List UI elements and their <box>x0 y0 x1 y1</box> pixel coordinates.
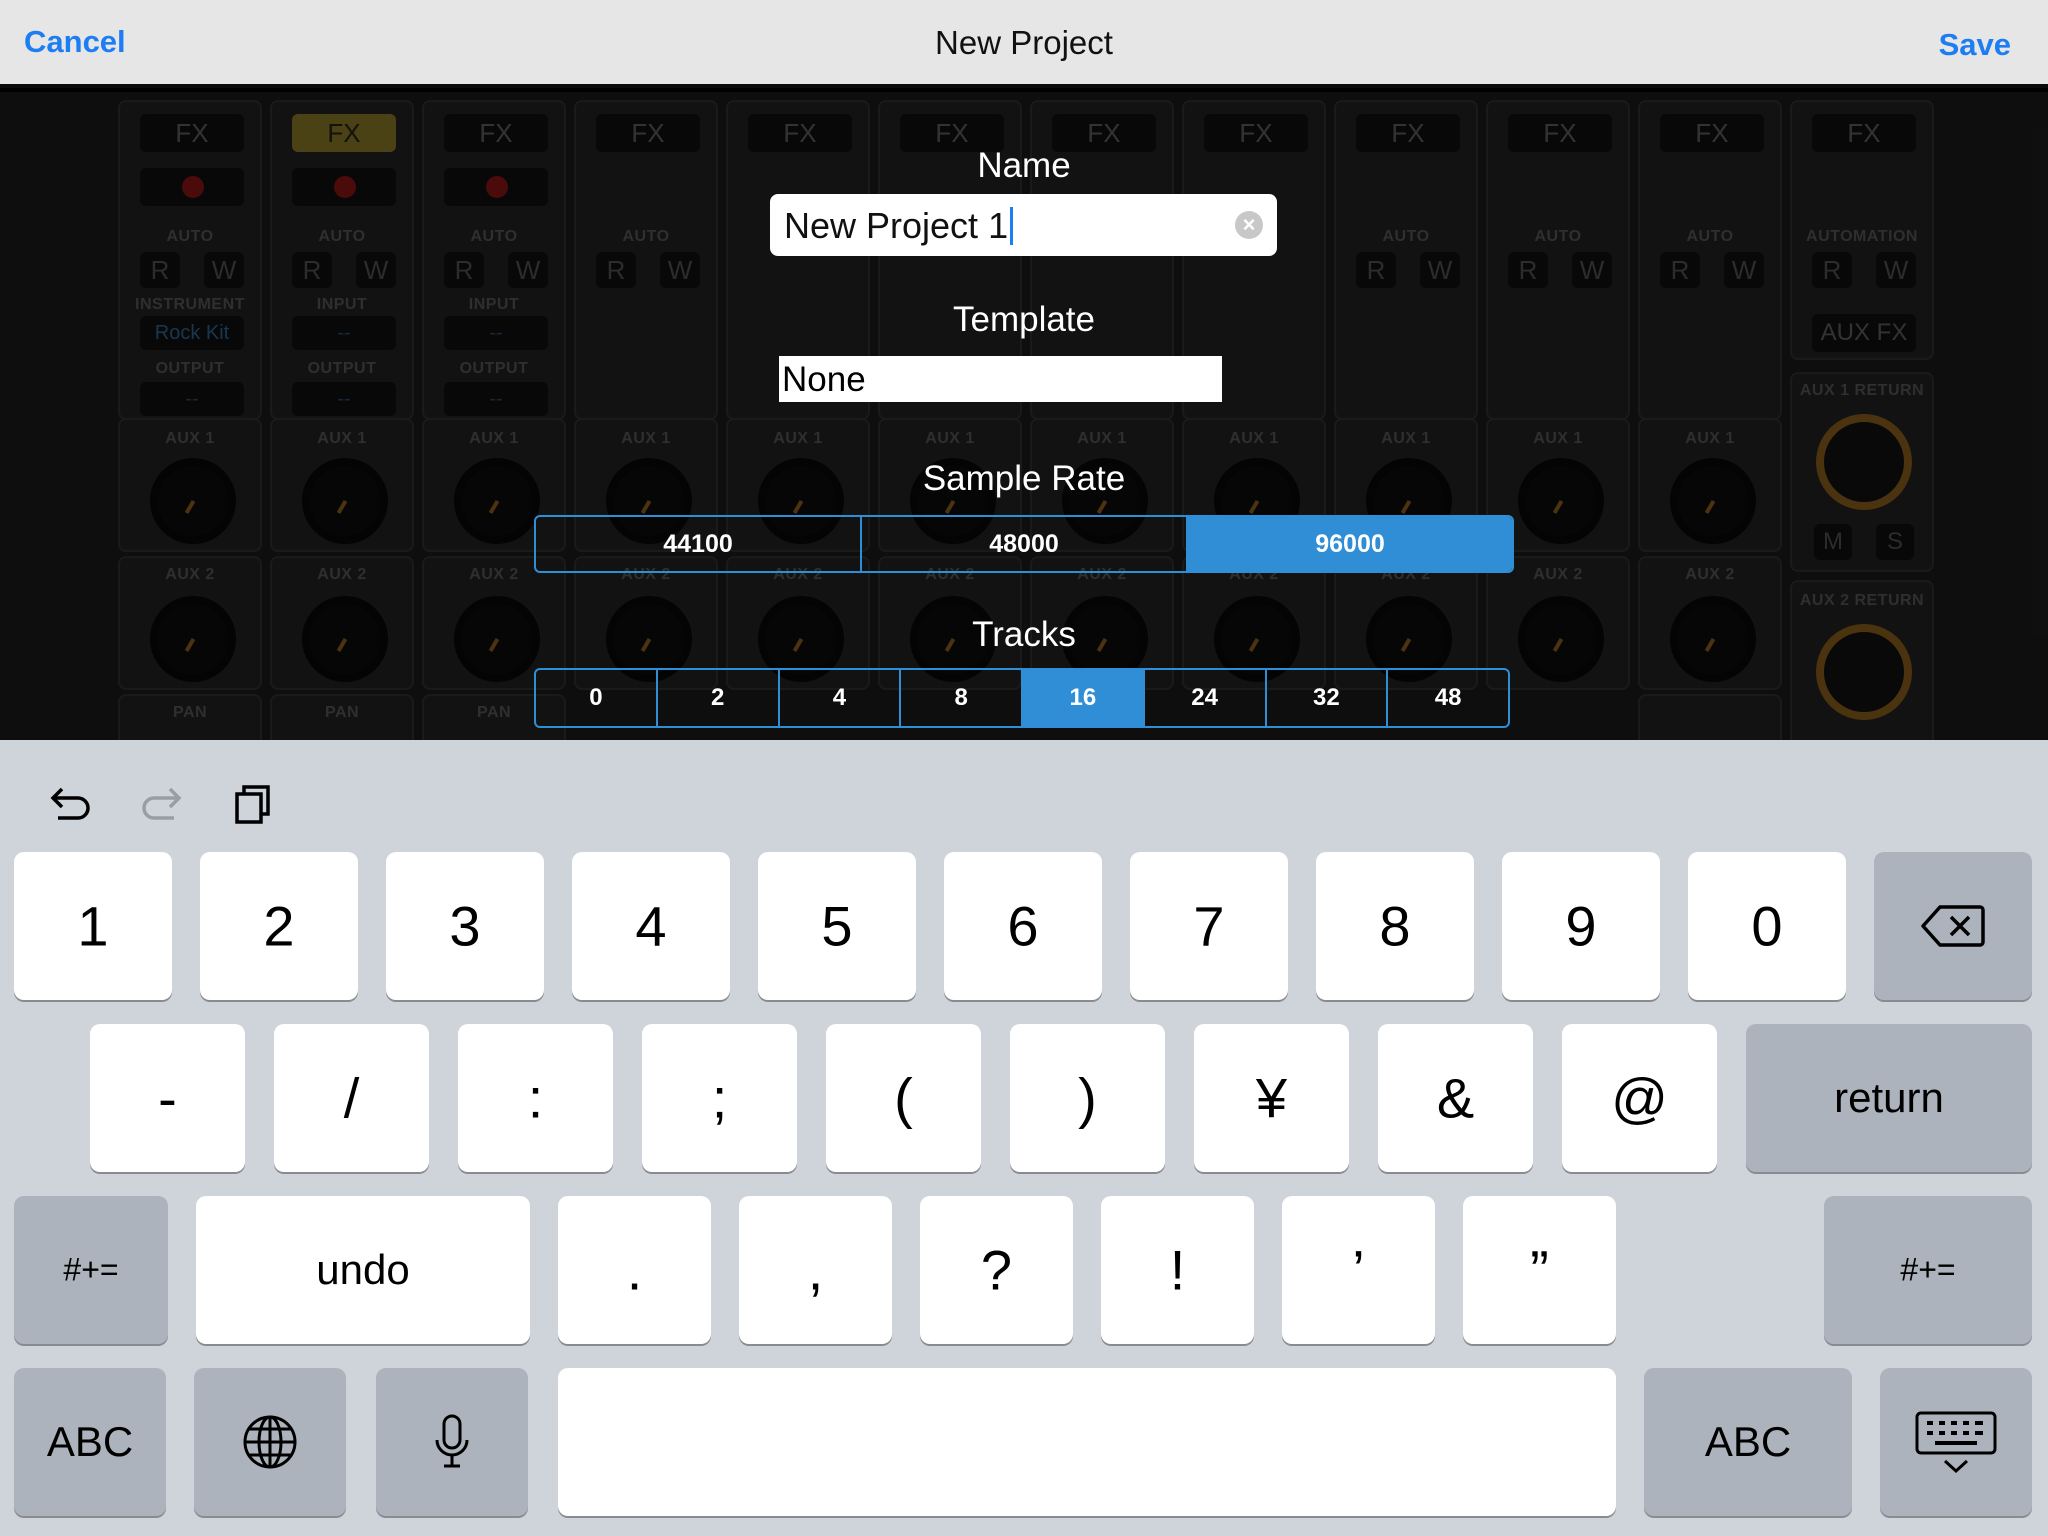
microphone-icon <box>435 1414 469 1468</box>
project-name-value: New Project 1 <box>784 205 1009 246</box>
tracks-option[interactable]: 2 <box>658 670 780 726</box>
undo-key[interactable]: undo <box>196 1196 530 1344</box>
sample-rate-option-selected[interactable]: 96000 <box>1188 517 1512 571</box>
key-7[interactable]: 7 <box>1130 852 1288 1000</box>
key-8[interactable]: 8 <box>1316 852 1474 1000</box>
on-screen-keyboard: 1 2 3 4 5 6 7 8 9 0 - / : ; ( ) ¥ & @ re… <box>0 740 2048 1536</box>
symbols-key[interactable]: #+= <box>1824 1196 2032 1344</box>
key-5[interactable]: 5 <box>758 852 916 1000</box>
key-semicolon[interactable]: ; <box>642 1024 797 1172</box>
abc-key[interactable]: ABC <box>14 1368 166 1516</box>
abc-key[interactable]: ABC <box>1644 1368 1852 1516</box>
microphone-key[interactable] <box>376 1368 528 1516</box>
backspace-icon <box>1921 905 1985 947</box>
key-comma[interactable]: , <box>739 1196 892 1344</box>
sample-rate-segmented-control: 44100 48000 96000 <box>534 515 1514 573</box>
key-question[interactable]: ? <box>920 1196 1073 1344</box>
key-at[interactable]: @ <box>1562 1024 1717 1172</box>
key-close-paren[interactable]: ) <box>1010 1024 1165 1172</box>
tracks-option[interactable]: 8 <box>901 670 1023 726</box>
key-ampersand[interactable]: & <box>1378 1024 1533 1172</box>
globe-icon <box>243 1415 297 1469</box>
key-4[interactable]: 4 <box>572 852 730 1000</box>
template-value: None <box>782 360 866 399</box>
sample-rate-label: Sample Rate <box>922 459 1126 498</box>
key-3[interactable]: 3 <box>386 852 544 1000</box>
tracks-option[interactable]: 0 <box>536 670 658 726</box>
key-1[interactable]: 1 <box>14 852 172 1000</box>
key-apostrophe[interactable]: ’ <box>1282 1196 1435 1344</box>
undo-icon[interactable] <box>44 778 96 830</box>
tracks-option[interactable]: 24 <box>1145 670 1267 726</box>
key-exclamation[interactable]: ! <box>1101 1196 1254 1344</box>
key-slash[interactable]: / <box>274 1024 429 1172</box>
key-colon[interactable]: : <box>458 1024 613 1172</box>
save-button[interactable]: Save <box>1939 27 2011 63</box>
symbols-key[interactable]: #+= <box>14 1196 168 1344</box>
key-quote[interactable]: ” <box>1463 1196 1616 1344</box>
return-key[interactable]: return <box>1746 1024 2032 1172</box>
key-2[interactable]: 2 <box>200 852 358 1000</box>
project-name-field[interactable]: New Project 1 × <box>770 194 1277 256</box>
sample-rate-option[interactable]: 44100 <box>536 517 862 571</box>
name-label: Name <box>977 146 1071 185</box>
project-name-input[interactable]: New Project 1 <box>784 205 1014 247</box>
paste-icon[interactable] <box>228 778 280 830</box>
dismiss-keyboard-key[interactable] <box>1880 1368 2032 1516</box>
template-label: Template <box>952 300 1096 339</box>
key-6[interactable]: 6 <box>944 852 1102 1000</box>
key-period[interactable]: . <box>558 1196 711 1344</box>
key-9[interactable]: 9 <box>1502 852 1660 1000</box>
redo-icon[interactable] <box>136 778 188 830</box>
tracks-option[interactable]: 32 <box>1267 670 1389 726</box>
clear-text-icon[interactable]: × <box>1235 211 1263 239</box>
page-title: New Project <box>935 24 1113 61</box>
sample-rate-option[interactable]: 48000 <box>862 517 1188 571</box>
navigation-bar: Cancel New Project Save <box>0 0 2048 88</box>
tracks-segmented-control: 0 2 4 8 16 24 32 48 <box>534 668 1510 728</box>
tracks-option-selected[interactable]: 16 <box>1023 670 1145 726</box>
backspace-key[interactable] <box>1874 852 2032 1000</box>
tracks-option[interactable]: 48 <box>1388 670 1508 726</box>
key-0[interactable]: 0 <box>1688 852 1846 1000</box>
space-bar[interactable] <box>558 1368 1616 1516</box>
template-picker[interactable]: None <box>779 356 1222 402</box>
globe-key[interactable] <box>194 1368 346 1516</box>
key-yen[interactable]: ¥ <box>1194 1024 1349 1172</box>
text-caret <box>1010 207 1014 245</box>
tracks-option[interactable]: 4 <box>780 670 902 726</box>
tracks-label: Tracks <box>972 615 1076 654</box>
keyboard-dismiss-icon <box>1915 1411 1997 1474</box>
key-hyphen[interactable]: - <box>90 1024 245 1172</box>
key-open-paren[interactable]: ( <box>826 1024 981 1172</box>
